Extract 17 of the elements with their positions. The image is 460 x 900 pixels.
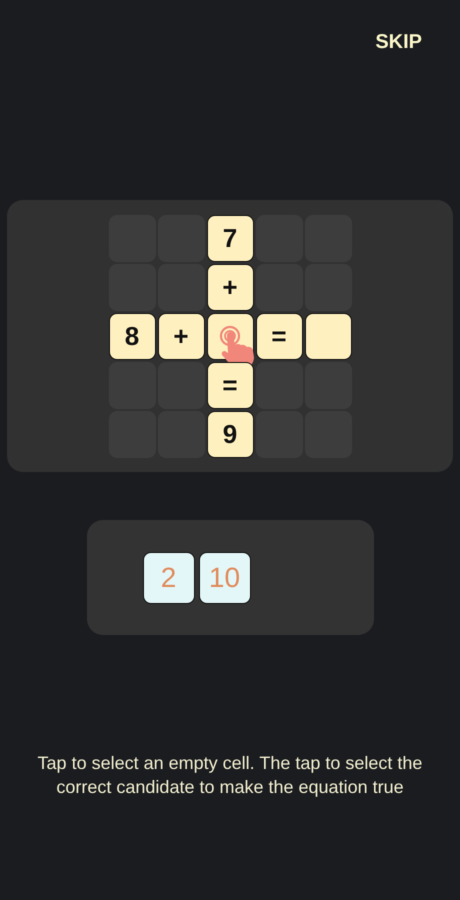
- number-tile[interactable]: +: [206, 264, 254, 310]
- number-tile[interactable]: 9: [206, 410, 254, 458]
- empty-tile[interactable]: [304, 312, 352, 360]
- skip-button[interactable]: SKIP: [375, 30, 422, 54]
- empty-slot: [256, 362, 302, 408]
- empty-slot: [304, 362, 352, 408]
- empty-slot: [256, 410, 302, 458]
- empty-slot: [158, 362, 204, 408]
- number-tile[interactable]: 7: [206, 214, 254, 262]
- number-tile[interactable]: +: [158, 312, 204, 360]
- empty-slot: [108, 362, 156, 408]
- number-tile[interactable]: =: [256, 312, 302, 360]
- number-tile[interactable]: 8: [108, 312, 156, 360]
- empty-slot: [256, 214, 302, 262]
- instructions-text: Tap to select an empty cell. The tap to select the correct candidate to make the equation true: [38, 752, 422, 799]
- empty-slot: [256, 264, 302, 310]
- number-tile[interactable]: =: [206, 362, 254, 408]
